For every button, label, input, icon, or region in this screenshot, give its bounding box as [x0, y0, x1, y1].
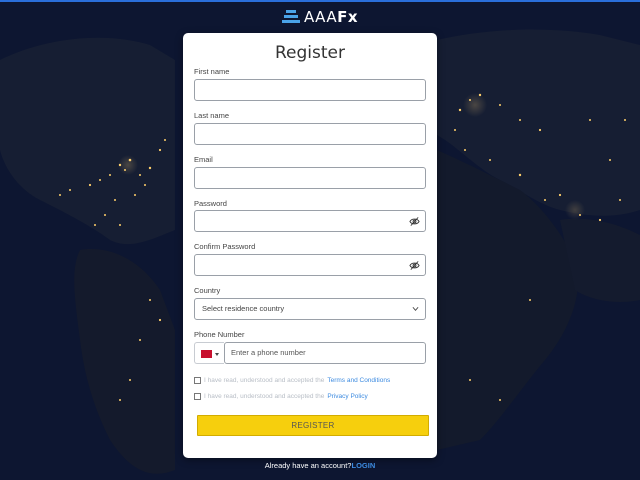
confirm-password-input[interactable] — [194, 254, 426, 276]
logo-text: AAAFx — [304, 8, 358, 26]
register-card: Register First name Last name Email Pass… — [183, 33, 437, 458]
phone-label: Phone Number — [194, 330, 245, 339]
eye-slash-icon[interactable] — [409, 216, 420, 227]
phone-input[interactable]: Enter a phone number — [224, 342, 426, 364]
email-label: Email — [194, 155, 213, 164]
login-prompt-text: Already have an account? — [264, 461, 352, 470]
terms-link[interactable]: Terms and Conditions — [327, 377, 390, 384]
flag-icon — [201, 350, 212, 358]
logo-text-bold: Fx — [337, 8, 359, 26]
country-select[interactable]: Select residence country — [194, 298, 426, 320]
last-name-input[interactable] — [194, 123, 426, 145]
register-button[interactable]: REGISTER — [197, 415, 429, 436]
terms-text: I have read, understood and accepted the — [204, 376, 325, 384]
chevron-down-icon — [412, 306, 419, 311]
privacy-text: I have read, understood and accepted the — [204, 392, 325, 400]
login-link[interactable]: LOGIN — [351, 461, 375, 470]
privacy-checkbox[interactable] — [194, 392, 201, 400]
top-accent-bar — [0, 0, 640, 2]
privacy-row: I have read, understood and accepted the… — [194, 391, 368, 401]
terms-row: I have read, understood and accepted the… — [194, 375, 390, 385]
last-name-label: Last name — [194, 111, 230, 120]
login-prompt: Already have an account?LOGIN — [0, 461, 640, 470]
logo-stripes-icon — [281, 10, 300, 23]
logo-text-light: AAA — [303, 8, 338, 26]
terms-checkbox[interactable] — [194, 376, 201, 384]
brand-logo[interactable]: AAAFx — [0, 7, 640, 27]
first-name-label: First name — [194, 67, 230, 76]
privacy-link[interactable]: Privacy Policy — [327, 393, 367, 400]
caret-down-icon — [215, 353, 219, 356]
confirm-password-label: Confirm Password — [194, 242, 256, 251]
password-label: Password — [194, 199, 227, 208]
country-code-dropdown[interactable] — [194, 342, 224, 364]
password-input[interactable] — [194, 210, 426, 232]
email-input[interactable] — [194, 167, 426, 189]
first-name-input[interactable] — [194, 79, 426, 101]
country-label: Country — [194, 286, 221, 295]
country-select-value: Select residence country — [202, 304, 285, 313]
eye-slash-icon[interactable] — [409, 260, 420, 271]
page-title: Register — [275, 43, 345, 63]
phone-placeholder: Enter a phone number — [231, 348, 306, 357]
